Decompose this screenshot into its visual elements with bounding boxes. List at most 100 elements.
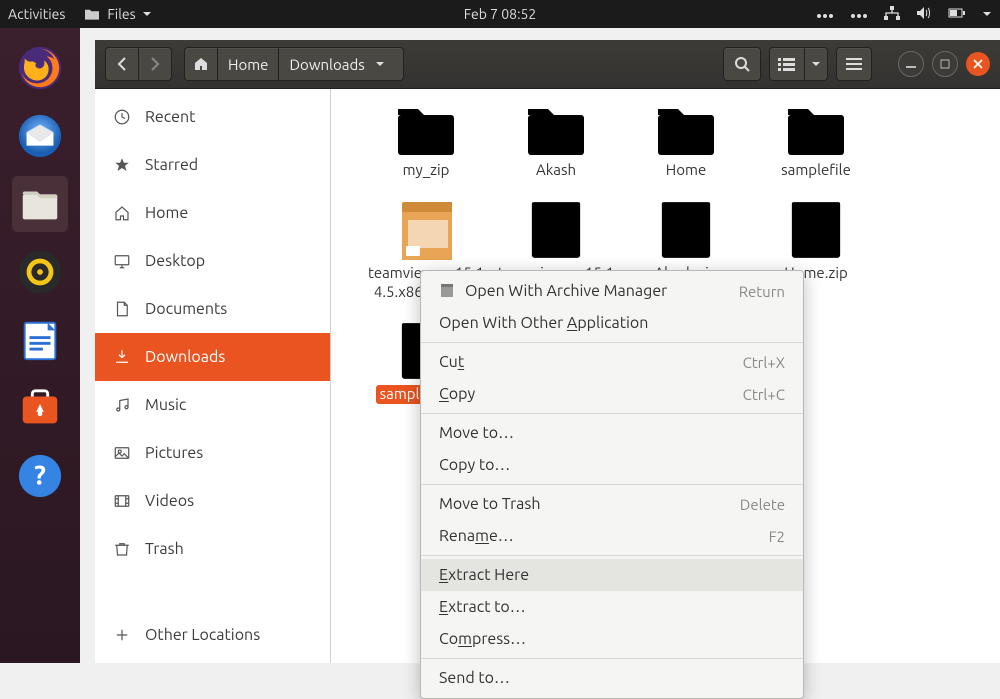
svg-text:?: ? — [34, 461, 46, 491]
sidebar-item-label: Music — [145, 396, 186, 414]
network-icon[interactable] — [884, 6, 900, 23]
context-menu-separator — [421, 484, 803, 485]
context-menu-item-label: Copy — [439, 385, 475, 403]
dock-rhythmbox[interactable] — [12, 244, 68, 300]
sidebar-item-label: Other Locations — [145, 626, 260, 644]
context-menu-shortcut: Ctrl+X — [743, 354, 785, 371]
context-menu-item-label: Compress… — [439, 630, 526, 648]
path-segment-current[interactable]: Downloads — [278, 47, 404, 81]
sidebar-item-label: Downloads — [145, 348, 225, 366]
sidebar-item-downloads[interactable]: Downloads — [95, 333, 330, 381]
context-menu-item-label: Copy to… — [439, 456, 510, 474]
tray-dots-icon[interactable] — [816, 6, 834, 22]
dock-libreoffice[interactable] — [12, 312, 68, 368]
context-menu-item[interactable]: Move to… — [421, 417, 803, 449]
dock-files[interactable] — [12, 176, 68, 232]
context-menu-item-label: Extract to… — [439, 598, 526, 616]
context-menu-item-label: Rename… — [439, 527, 514, 545]
context-menu-item[interactable]: Rename… F2 — [421, 520, 803, 552]
archive-app-icon — [439, 283, 455, 299]
places-sidebar: Recent Starred Home Desktop Documents Do… — [95, 89, 331, 663]
sidebar-item-label: Starred — [145, 156, 198, 174]
dock: ? — [0, 28, 80, 663]
volume-icon[interactable] — [916, 6, 932, 23]
sidebar-item-trash[interactable]: Trash — [95, 525, 330, 573]
path-segment-current-label: Downloads — [289, 56, 364, 73]
dock-software[interactable] — [12, 380, 68, 436]
context-menu-separator — [421, 413, 803, 414]
context-menu-item-label: Extract Here — [439, 566, 529, 584]
context-menu-item-label: Open With Other Application — [439, 314, 648, 332]
sidebar-item-pictures[interactable]: Pictures — [95, 429, 330, 477]
nav-forward-button[interactable] — [138, 47, 172, 81]
context-menu-separator — [421, 658, 803, 659]
sidebar-item-music[interactable]: Music — [95, 381, 330, 429]
context-menu-separator — [421, 555, 803, 556]
file-label: my_zip — [399, 161, 454, 180]
sidebar-item-recent[interactable]: Recent — [95, 93, 330, 141]
path-bar: Home Downloads — [184, 47, 404, 81]
battery-icon[interactable] — [948, 6, 966, 22]
context-menu-shortcut: Delete — [740, 496, 785, 513]
activities-button[interactable]: Activities — [8, 6, 65, 22]
clock[interactable]: Feb 7 08:52 — [464, 6, 537, 22]
file-label: Home — [662, 161, 710, 180]
file-label: samplefile — [777, 161, 855, 180]
context-menu-item[interactable]: Extract Here — [421, 559, 803, 591]
sidebar-item-label: Home — [145, 204, 188, 222]
context-menu-item-label: Move to… — [439, 424, 514, 442]
context-menu-shortcut: F2 — [769, 528, 785, 545]
app-menu[interactable]: Files — [83, 6, 151, 22]
context-menu-item[interactable]: Copy to… — [421, 449, 803, 481]
context-menu-item[interactable]: Copy Ctrl+C — [421, 378, 803, 410]
view-list-button[interactable] — [769, 47, 804, 81]
search-button[interactable] — [723, 47, 761, 81]
window-minimize-button[interactable] — [898, 51, 924, 77]
context-menu-shortcut: Return — [739, 283, 785, 300]
file-label: Akash — [532, 161, 580, 180]
context-menu-item[interactable]: Move to Trash Delete — [421, 488, 803, 520]
context-menu-item[interactable]: Open With Other Application — [421, 307, 803, 339]
path-home-icon[interactable] — [184, 47, 217, 81]
tray-dots-2-icon[interactable] — [850, 6, 868, 22]
dock-thunderbird[interactable] — [12, 108, 68, 164]
sidebar-item-label: Recent — [145, 108, 195, 126]
file-item[interactable]: samplefile — [751, 97, 881, 194]
view-dropdown-button[interactable] — [804, 47, 828, 81]
sidebar-item-label: Trash — [145, 540, 184, 558]
context-menu-item-label: Send to… — [439, 669, 510, 687]
file-item[interactable]: Akash — [491, 97, 621, 194]
file-item[interactable]: Home — [621, 97, 751, 194]
context-menu-item-label: Open With Archive Manager — [465, 282, 667, 300]
dock-firefox[interactable] — [12, 40, 68, 96]
nav-back-button[interactable] — [105, 47, 138, 81]
context-menu-item-label: Cut — [439, 353, 464, 371]
sidebar-item-label: Desktop — [145, 252, 205, 270]
context-menu-item[interactable]: Send to… — [421, 662, 803, 694]
sidebar-item-starred[interactable]: Starred — [95, 141, 330, 189]
window-maximize-button[interactable] — [932, 51, 958, 77]
sidebar-item-other-locations[interactable]: Other Locations — [95, 611, 330, 659]
top-panel: Activities Files Feb 7 08:52 — [0, 0, 1000, 28]
context-menu-item[interactable]: Open With Archive Manager Return — [421, 275, 803, 307]
sidebar-item-home[interactable]: Home — [95, 189, 330, 237]
hamburger-menu-button[interactable] — [836, 47, 872, 81]
sidebar-item-documents[interactable]: Documents — [95, 285, 330, 333]
file-item[interactable]: my_zip — [361, 97, 491, 194]
dock-help[interactable]: ? — [12, 448, 68, 504]
sidebar-item-label: Videos — [145, 492, 194, 510]
context-menu-item[interactable]: Extract to… — [421, 591, 803, 623]
context-menu-separator — [421, 342, 803, 343]
context-menu-item[interactable]: Cut Ctrl+X — [421, 346, 803, 378]
sidebar-item-videos[interactable]: Videos — [95, 477, 330, 525]
context-menu-item-label: Move to Trash — [439, 495, 541, 513]
path-segment-home[interactable]: Home — [217, 47, 278, 81]
context-menu-item[interactable]: Compress… — [421, 623, 803, 655]
sidebar-item-desktop[interactable]: Desktop — [95, 237, 330, 285]
context-menu: Open With Archive ManagerReturnOpen With… — [420, 270, 804, 699]
system-menu-chevron-icon[interactable] — [982, 6, 992, 22]
headerbar: Home Downloads — [95, 40, 1000, 89]
app-menu-label: Files — [107, 6, 135, 22]
context-menu-shortcut: Ctrl+C — [743, 386, 785, 403]
window-close-button[interactable] — [966, 52, 990, 76]
